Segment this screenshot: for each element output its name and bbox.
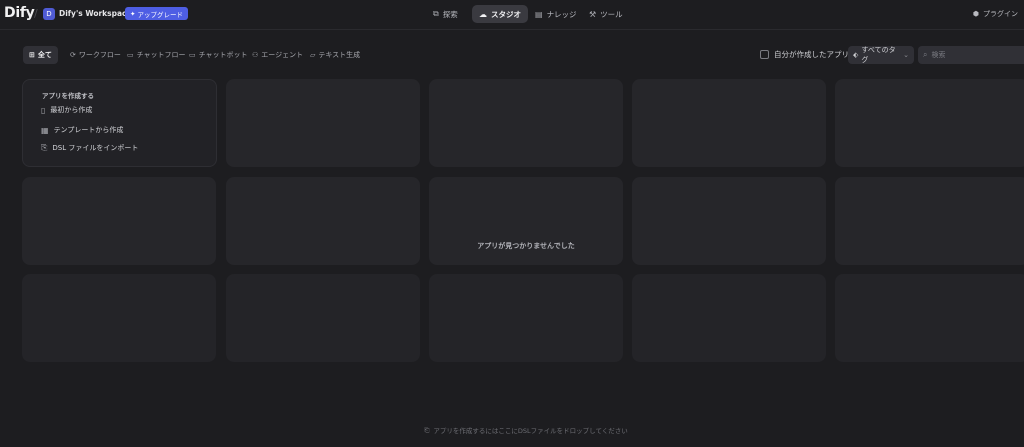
placeholder-card — [22, 177, 216, 265]
chatflow-icon: ▭ — [127, 51, 134, 59]
placeholder-card — [226, 79, 420, 167]
tab-all-label: 全て — [37, 51, 52, 59]
knowledge-icon: ▤ — [535, 9, 543, 19]
text-gen-icon: ▱ — [310, 51, 316, 59]
plugin-label: プラグイン — [983, 10, 1018, 18]
plugins-button[interactable]: ⬢ プラグイン — [973, 9, 1018, 19]
breadcrumb-separator: / — [34, 7, 38, 20]
import-dsl-file-label: DSL ファイルをインポート — [52, 144, 139, 152]
grid-icon: ⊞ — [29, 51, 35, 59]
nav-knowledge[interactable]: ▤ ナレッジ — [528, 5, 584, 23]
nav-studio-label: スタジオ — [491, 9, 521, 19]
created-by-me-filter[interactable]: 自分が作成したアプリ — [760, 49, 849, 60]
top-header: Dify / D Dify's Workspace ⌄ ✦ アップグレード ⧉ … — [0, 0, 1024, 30]
tab-chatflow[interactable]: ▭ チャットフロー — [121, 46, 192, 64]
tag-icon: ⬖ — [853, 51, 859, 59]
upgrade-label: アップグレード — [137, 11, 183, 19]
tab-all[interactable]: ⊞ 全て — [23, 46, 58, 64]
placeholder-card — [22, 274, 216, 362]
create-from-template-label: テンプレートから作成 — [53, 126, 124, 134]
empty-state-message: アプリが見つかりませんでした — [477, 242, 575, 250]
placeholder-card — [429, 177, 623, 265]
tab-text-generation-label: テキスト生成 — [318, 51, 361, 59]
tag-select-label: すべてのタグ — [861, 46, 896, 64]
nav-knowledge-label: ナレッジ — [546, 9, 577, 19]
tab-chatbot-label: チャットボット — [198, 51, 248, 59]
search-box[interactable]: ⌕ — [918, 46, 1024, 64]
created-by-me-checkbox[interactable] — [760, 50, 769, 59]
tab-agent-label: エージェント — [261, 51, 304, 59]
placeholder-card — [632, 177, 826, 265]
tab-workflow[interactable]: ⟳ ワークフロー — [64, 46, 127, 64]
chatbot-icon: ▭ — [189, 51, 196, 59]
nav-explore[interactable]: ⧉ 探索 — [426, 5, 465, 23]
sparkle-icon: ✦ — [130, 10, 136, 18]
create-app-card: アプリを作成する ▯ 最初から作成 ▦ テンプレートから作成 ⎘ DSL ファイ… — [22, 79, 217, 167]
upgrade-button[interactable]: ✦ アップグレード — [125, 7, 188, 20]
tab-agent[interactable]: ⚇ エージェント — [246, 46, 309, 64]
placeholder-card — [835, 79, 1024, 167]
nav-tools-label: ツール — [600, 9, 623, 19]
chevron-down-icon[interactable]: ⌄ — [116, 8, 122, 16]
search-input[interactable] — [931, 51, 1022, 59]
nav-tools[interactable]: ⚒ ツール — [582, 5, 630, 23]
placeholder-card — [835, 177, 1024, 265]
drop-file-icon: ⎗ — [424, 425, 430, 434]
create-app-title: アプリを作成する — [42, 92, 94, 100]
plugin-icon: ⬢ — [972, 10, 979, 18]
workflow-icon: ⟳ — [70, 51, 76, 59]
agent-icon: ⚇ — [252, 51, 259, 59]
placeholder-card — [429, 79, 623, 167]
tools-icon: ⚒ — [589, 9, 597, 19]
placeholder-card — [226, 274, 420, 362]
placeholder-card — [226, 177, 420, 265]
file-icon: ▯ — [41, 105, 46, 115]
chevron-down-icon: ⌄ — [903, 51, 909, 59]
dsl-drop-hint-text: アプリを作成するにはここにDSLファイルをドロップしてください — [433, 427, 628, 435]
workspace-avatar[interactable]: D — [43, 8, 55, 20]
tab-workflow-label: ワークフロー — [78, 51, 121, 59]
placeholder-card — [632, 79, 826, 167]
nav-explore-label: 探索 — [442, 9, 458, 19]
placeholder-card — [429, 274, 623, 362]
created-by-me-label: 自分が作成したアプリ — [774, 50, 849, 59]
template-icon: ▦ — [41, 125, 49, 135]
explore-icon: ⧉ — [433, 9, 439, 18]
dsl-drop-hint: ⎗ アプリを作成するにはここにDSLファイルをドロップしてください — [0, 425, 1024, 436]
dify-logo[interactable]: Dify — [4, 5, 35, 21]
tab-chatbot[interactable]: ▭ チャットボット — [183, 46, 254, 64]
tag-select[interactable]: ⬖ すべてのタグ ⌄ — [848, 46, 914, 64]
create-from-template[interactable]: ▦ テンプレートから作成 — [41, 125, 123, 135]
create-from-blank-label: 最初から作成 — [50, 106, 93, 114]
nav-studio[interactable]: ☁ スタジオ — [472, 5, 528, 23]
placeholder-card — [632, 274, 826, 362]
search-icon: ⌕ — [923, 50, 928, 59]
import-dsl-file[interactable]: ⎘ DSL ファイルをインポート — [41, 143, 138, 153]
import-icon: ⎘ — [41, 143, 48, 152]
tab-chatflow-label: チャットフロー — [136, 51, 186, 59]
placeholder-card — [835, 274, 1024, 362]
create-from-blank[interactable]: ▯ 最初から作成 — [41, 105, 92, 115]
studio-icon: ☁ — [479, 9, 487, 19]
tab-text-generation[interactable]: ▱ テキスト生成 — [304, 46, 366, 64]
